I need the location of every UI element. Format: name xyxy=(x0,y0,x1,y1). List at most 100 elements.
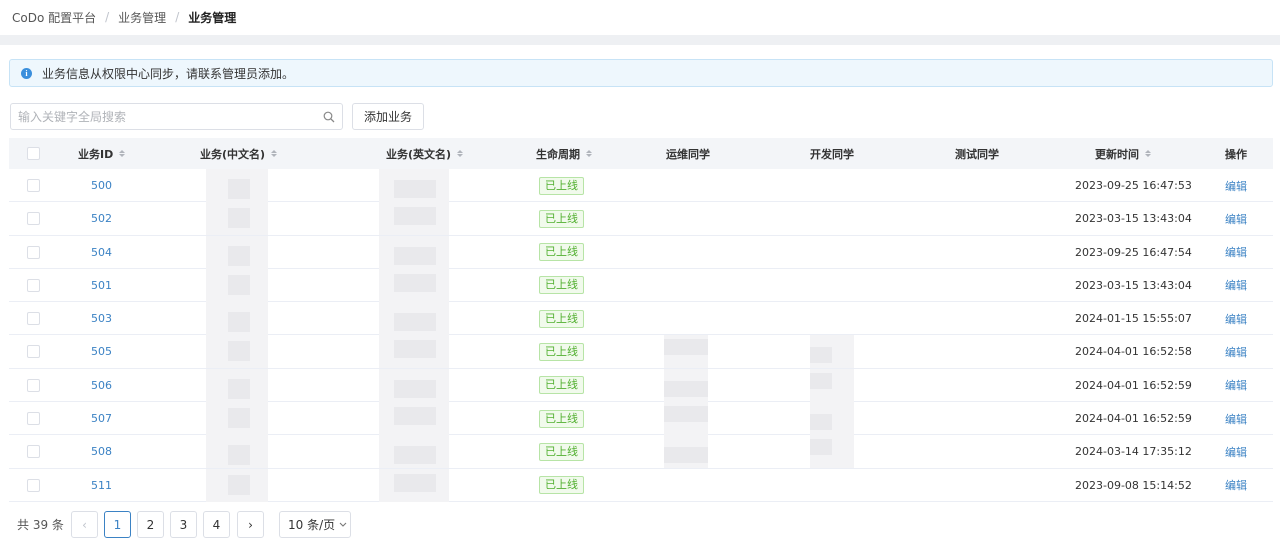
updated-time: 2024-04-01 16:52:59 xyxy=(1075,412,1192,426)
redacted-block xyxy=(664,380,708,397)
table-row: 503 已上线 2024-01-15 15:55:07 编辑 xyxy=(9,302,1273,336)
sort-icon[interactable] xyxy=(586,150,592,157)
business-id-link[interactable]: 505 xyxy=(91,345,112,358)
search-icon[interactable] xyxy=(316,104,342,129)
updated-time: 2023-09-25 16:47:53 xyxy=(1075,179,1192,192)
header-divider xyxy=(0,35,1280,45)
page-button-1[interactable]: 1 xyxy=(104,511,131,538)
business-id-link[interactable]: 500 xyxy=(91,179,112,192)
column-header-en-name[interactable]: 业务(英文名) xyxy=(386,138,464,169)
business-id-link[interactable]: 502 xyxy=(91,212,112,225)
status-badge: 已上线 xyxy=(539,209,584,228)
updated-time: 2024-04-01 16:52:58 xyxy=(1075,345,1192,359)
breadcrumb: CoDo 配置平台 / 业务管理 / 业务管理 xyxy=(12,8,236,26)
row-checkbox[interactable] xyxy=(27,269,40,302)
redacted-block xyxy=(228,245,250,266)
status-badge: 已上线 xyxy=(539,442,584,461)
page-button-3[interactable]: 3 xyxy=(170,511,197,538)
sort-icon[interactable] xyxy=(119,150,126,157)
column-header-id[interactable]: 业务ID xyxy=(78,138,126,169)
column-header-lifecycle[interactable]: 生命周期 xyxy=(536,138,592,169)
row-checkbox[interactable] xyxy=(27,236,40,269)
redacted-block xyxy=(394,246,436,265)
redacted-block xyxy=(228,445,250,466)
status-badge: 已上线 xyxy=(539,243,584,262)
redacted-block xyxy=(394,313,436,332)
edit-link[interactable]: 编辑 xyxy=(1225,411,1247,427)
chevron-down-icon xyxy=(339,522,347,527)
alert-text: 业务信息从权限中心同步，请联系管理员添加。 xyxy=(42,66,295,81)
info-icon: i xyxy=(21,67,32,79)
search-input[interactable] xyxy=(18,109,316,124)
table-row: 501 已上线 2023-03-15 13:43:04 编辑 xyxy=(9,268,1273,303)
redacted-block xyxy=(810,439,832,456)
select-all-checkbox[interactable] xyxy=(27,138,40,169)
search-box xyxy=(10,103,343,130)
row-checkbox[interactable] xyxy=(27,202,40,235)
business-id-link[interactable]: 507 xyxy=(91,412,112,425)
column-header-dev: 开发同学 xyxy=(810,147,854,161)
edit-link[interactable]: 编辑 xyxy=(1225,244,1247,260)
redacted-block xyxy=(228,208,250,229)
updated-time: 2023-03-15 13:43:04 xyxy=(1075,212,1192,226)
status-badge: 已上线 xyxy=(539,476,584,495)
status-badge: 已上线 xyxy=(539,309,584,328)
redacted-block xyxy=(664,406,708,423)
row-checkbox[interactable] xyxy=(27,435,40,468)
breadcrumb-item-business[interactable]: 业务管理 xyxy=(118,9,166,26)
edit-link[interactable]: 编辑 xyxy=(1225,211,1247,227)
column-header-ops: 运维同学 xyxy=(666,147,710,161)
table-row: 502 已上线 2023-03-15 13:43:04 编辑 xyxy=(9,202,1273,236)
sort-icon[interactable] xyxy=(457,150,464,157)
edit-link[interactable]: 编辑 xyxy=(1225,377,1247,393)
business-id-link[interactable]: 506 xyxy=(91,379,112,392)
sort-icon[interactable] xyxy=(271,150,278,157)
redacted-block xyxy=(394,446,436,465)
row-checkbox[interactable] xyxy=(27,369,40,402)
business-id-link[interactable]: 508 xyxy=(91,445,112,458)
redacted-block xyxy=(394,407,436,426)
edit-link[interactable]: 编辑 xyxy=(1225,477,1247,493)
redacted-block xyxy=(394,379,436,398)
edit-link[interactable]: 编辑 xyxy=(1225,444,1247,460)
business-id-link[interactable]: 511 xyxy=(91,479,112,492)
row-checkbox[interactable] xyxy=(27,469,40,502)
column-header-cn-name[interactable]: 业务(中文名) xyxy=(200,138,278,169)
table-row: 508 已上线 2024-03-14 17:35:12 编辑 xyxy=(9,435,1273,469)
row-checkbox[interactable] xyxy=(27,302,40,335)
row-checkbox[interactable] xyxy=(27,402,40,435)
breadcrumb-current: 业务管理 xyxy=(188,10,237,25)
updated-time: 2023-09-08 15:14:52 xyxy=(1075,478,1192,492)
status-badge: 已上线 xyxy=(539,409,584,428)
edit-link[interactable]: 编辑 xyxy=(1225,344,1247,360)
redacted-block xyxy=(228,378,250,399)
edit-link[interactable]: 编辑 xyxy=(1225,277,1247,293)
row-checkbox[interactable] xyxy=(27,335,40,368)
page-button-2[interactable]: 2 xyxy=(137,511,164,538)
table-header: 业务ID 业务(中文名) 业务(英文名) 生命周期 运维同学 开发同学 测试同学… xyxy=(9,138,1273,169)
updated-time: 2023-03-15 13:43:04 xyxy=(1075,278,1192,292)
page-button-4[interactable]: 4 xyxy=(203,511,230,538)
breadcrumb-item-platform[interactable]: CoDo 配置平台 xyxy=(12,9,96,26)
table-row: 504 已上线 2023-09-25 16:47:54 编辑 xyxy=(9,235,1273,269)
table-row: 511 已上线 2023-09-08 15:14:52 编辑 xyxy=(9,468,1273,502)
row-checkbox[interactable] xyxy=(27,169,40,202)
edit-link[interactable]: 编辑 xyxy=(1225,311,1247,327)
table-row: 505 已上线 2024-04-01 16:52:58 编辑 xyxy=(9,335,1273,369)
column-header-updated[interactable]: 更新时间 xyxy=(1095,138,1151,169)
total-count: 共 39 条 xyxy=(17,518,64,532)
add-business-button[interactable]: 添加业务 xyxy=(352,103,424,130)
business-id-link[interactable]: 503 xyxy=(91,312,112,325)
prev-page-button[interactable]: ‹ xyxy=(71,511,98,538)
redacted-block xyxy=(394,340,436,359)
redacted-block xyxy=(664,339,708,356)
business-id-link[interactable]: 504 xyxy=(91,246,112,259)
sort-icon[interactable] xyxy=(1145,150,1151,157)
business-id-link[interactable]: 501 xyxy=(91,279,112,292)
redacted-block xyxy=(228,179,250,199)
redacted-block xyxy=(810,372,832,389)
edit-link[interactable]: 编辑 xyxy=(1225,178,1247,194)
redacted-block xyxy=(394,273,436,292)
page-size-select[interactable]: 10 条/页 xyxy=(279,511,351,538)
next-page-button[interactable]: › xyxy=(237,511,264,538)
